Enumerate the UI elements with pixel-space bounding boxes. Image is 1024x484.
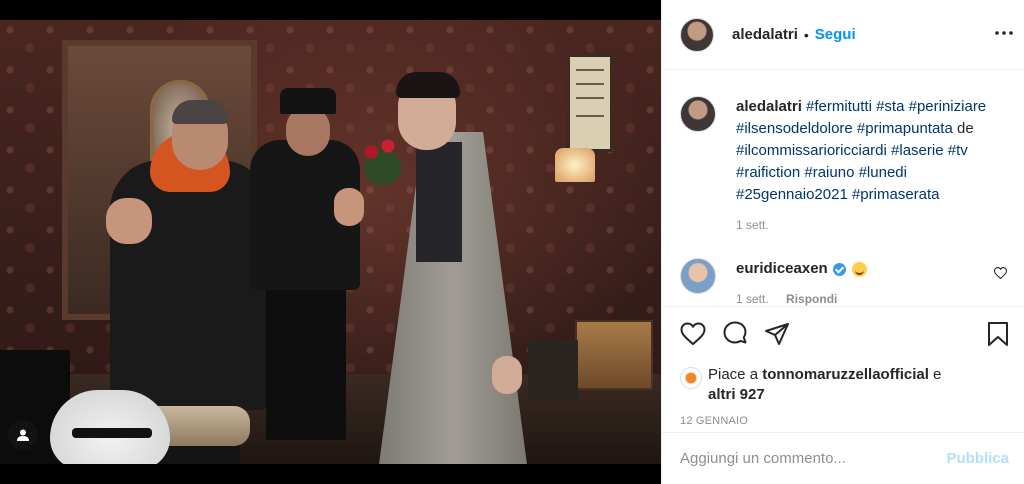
save-button[interactable] bbox=[987, 321, 1009, 352]
hashtag-link[interactable]: #lunedi bbox=[859, 164, 907, 181]
paper-plane-icon bbox=[765, 323, 789, 345]
reply-button[interactable]: Rispondi bbox=[786, 292, 837, 306]
post-date[interactable]: 12 GENNAIO bbox=[680, 415, 1009, 427]
follow-button[interactable]: Segui bbox=[815, 26, 856, 43]
smiley-emoji-icon bbox=[851, 261, 867, 277]
comment-like-button[interactable] bbox=[993, 266, 1008, 284]
caption-plain-text: de bbox=[952, 120, 974, 137]
more-options-button[interactable] bbox=[993, 22, 1015, 44]
table-lamp bbox=[555, 148, 595, 182]
hashtag-link[interactable]: #primapuntata bbox=[857, 120, 953, 137]
actor-hand bbox=[492, 356, 522, 394]
caption-author-avatar[interactable] bbox=[680, 96, 716, 132]
heart-icon bbox=[680, 322, 706, 346]
share-button[interactable] bbox=[764, 322, 790, 346]
hat-band bbox=[72, 428, 152, 438]
add-comment-bar: Pubblica bbox=[662, 432, 1024, 484]
raised-hand bbox=[106, 198, 152, 244]
comment-input[interactable] bbox=[680, 450, 947, 467]
director-right-hand bbox=[334, 188, 364, 226]
caption-username[interactable]: aledalatri bbox=[736, 98, 802, 115]
hashtag-link[interactable]: #raifiction bbox=[736, 164, 800, 181]
verified-badge-icon bbox=[832, 262, 846, 276]
tagged-users-button[interactable] bbox=[8, 420, 38, 450]
header-separator: • bbox=[803, 26, 809, 43]
post-actions: Piace a tonnomaruzzellaofficial e altri … bbox=[662, 306, 1024, 427]
post-photo[interactable] bbox=[0, 20, 661, 464]
wooden-crate bbox=[575, 320, 653, 390]
commenter-username[interactable]: euridiceaxen bbox=[736, 258, 828, 280]
likes-others-link[interactable]: altri 927 bbox=[708, 386, 765, 403]
hashtag-link[interactable]: #primaserata bbox=[852, 186, 940, 203]
publish-button[interactable]: Pubblica bbox=[946, 450, 1009, 467]
likes-mid: e bbox=[928, 366, 942, 383]
user-tag-icon bbox=[17, 429, 29, 441]
post-image-area bbox=[0, 0, 661, 484]
hashtag-link[interactable]: #25gennaio2021 bbox=[736, 186, 848, 203]
author-avatar[interactable] bbox=[680, 17, 714, 52]
like-button[interactable] bbox=[680, 322, 706, 346]
white-fedora-hat bbox=[50, 390, 170, 464]
commenter-avatar[interactable] bbox=[680, 258, 716, 294]
hashtag-link[interactable]: #raiuno bbox=[804, 164, 854, 181]
heart-outline-icon bbox=[993, 267, 1008, 280]
comments-list[interactable]: aledalatri #fermitutti #sta #periniziare… bbox=[662, 70, 1024, 306]
more-options-icon bbox=[995, 31, 1013, 35]
officer-legs bbox=[266, 290, 346, 440]
comment-bubble-icon bbox=[723, 321, 747, 344]
caption-time: 1 sett. bbox=[736, 218, 769, 232]
theater-poster bbox=[567, 54, 613, 152]
hashtag-link[interactable]: #ilsensodeldolore bbox=[736, 120, 853, 137]
officer-cap bbox=[280, 88, 336, 114]
caption-text: aledalatri #fermitutti #sta #periniziare… bbox=[736, 96, 1006, 206]
caption: aledalatri #fermitutti #sta #periniziare… bbox=[680, 96, 1009, 206]
hashtag-link[interactable]: #tv bbox=[948, 142, 968, 159]
post-header: aledalatri • Segui bbox=[662, 0, 1024, 70]
dark-suit bbox=[416, 142, 462, 262]
likes-prefix: Piace a bbox=[708, 366, 763, 383]
hashtag-link[interactable]: #ilcommissarioricciardi bbox=[736, 142, 887, 159]
likes-summary: Piace a tonnomaruzzellaofficial e altri … bbox=[680, 365, 1009, 405]
actor-hair bbox=[396, 72, 460, 98]
bookmark-icon bbox=[988, 322, 1008, 346]
liker-avatar[interactable] bbox=[680, 367, 702, 389]
hashtag-link[interactable]: #periniziare bbox=[909, 98, 987, 115]
post-side-panel: aledalatri • Segui aledalatri #fermitutt… bbox=[661, 0, 1024, 484]
hashtag-link[interactable]: #sta bbox=[876, 98, 904, 115]
author-username[interactable]: aledalatri bbox=[732, 26, 798, 43]
comment-time: 1 sett. bbox=[736, 292, 769, 306]
liker-username[interactable]: tonnomaruzzellaofficial bbox=[762, 366, 929, 383]
comment-button[interactable] bbox=[722, 321, 748, 347]
dark-box bbox=[528, 340, 578, 400]
hashtag-link[interactable]: #fermitutti bbox=[806, 98, 872, 115]
comment-item: euridiceaxen 1 sett. Rispondi bbox=[680, 258, 1009, 306]
director-hair bbox=[172, 100, 228, 124]
hashtag-link[interactable]: #laserie bbox=[891, 142, 944, 159]
